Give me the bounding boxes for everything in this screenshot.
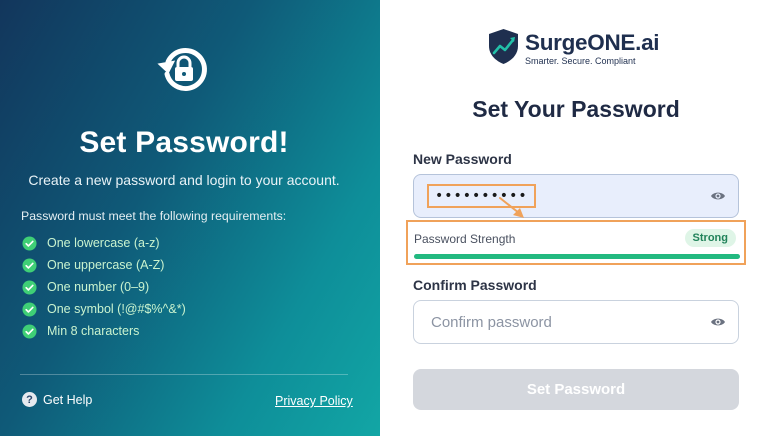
check-circle-icon xyxy=(22,323,37,339)
requirement-symbol: One symbol (!@#$%^&*) xyxy=(22,298,186,320)
requirement-number: One number (0–9) xyxy=(22,276,186,298)
lock-rotate-icon xyxy=(157,48,207,91)
requirement-label: One lowercase (a-z) xyxy=(47,236,160,250)
left-panel: Set Password! Create a new password and … xyxy=(0,0,380,436)
footer-divider xyxy=(20,374,348,375)
requirement-label: One uppercase (A-Z) xyxy=(47,258,165,272)
requirement-min-length: Min 8 characters xyxy=(22,320,186,342)
requirement-lowercase: One lowercase (a-z) xyxy=(22,232,186,254)
check-circle-icon xyxy=(22,235,37,251)
requirement-label: Min 8 characters xyxy=(47,324,140,338)
strength-badge: Strong xyxy=(684,229,736,247)
brand-tagline: Smarter. Secure. Compliant xyxy=(525,56,636,66)
brand-name: SurgeONE.ai xyxy=(525,30,660,55)
requirement-label: One number (0–9) xyxy=(47,280,150,294)
new-password-field[interactable]: •••••••••• xyxy=(413,174,739,218)
requirement-label: One symbol (!@#$%^&*) xyxy=(47,302,186,316)
strength-track xyxy=(414,254,740,259)
set-password-button[interactable]: Set Password xyxy=(413,369,739,410)
requirements-heading: Password must meet the following require… xyxy=(21,209,287,223)
confirm-password-field[interactable]: Confirm password xyxy=(413,300,739,344)
check-circle-icon xyxy=(22,279,37,295)
left-title: Set Password! xyxy=(79,126,289,159)
strength-fill xyxy=(414,254,740,259)
password-strength-meter: Password Strength Strong xyxy=(406,220,746,265)
confirm-password-placeholder: Confirm password xyxy=(431,313,552,331)
check-circle-icon xyxy=(22,257,37,273)
brand-logo: SurgeONE.ai Smarter. Secure. Compliant xyxy=(487,28,667,68)
get-help-link[interactable]: ? Get Help xyxy=(22,392,92,407)
confirm-password-label: Confirm Password xyxy=(413,277,537,293)
new-password-label: New Password xyxy=(413,151,512,167)
shield-chart-icon xyxy=(489,29,518,64)
question-circle-icon: ? xyxy=(22,392,37,407)
eye-icon[interactable] xyxy=(710,315,726,329)
requirement-uppercase: One uppercase (A-Z) xyxy=(22,254,186,276)
strength-label: Password Strength xyxy=(414,232,516,246)
get-help-label: Get Help xyxy=(43,392,93,407)
left-subtitle: Create a new password and login to your … xyxy=(28,172,340,188)
requirements-list: One lowercase (a-z) One uppercase (A-Z) … xyxy=(22,232,186,342)
privacy-policy-link[interactable]: Privacy Policy xyxy=(275,394,353,408)
form-title: Set Your Password xyxy=(472,96,680,122)
eye-icon[interactable] xyxy=(710,189,726,203)
annotation-arrow xyxy=(499,197,524,218)
check-circle-icon xyxy=(22,301,37,317)
